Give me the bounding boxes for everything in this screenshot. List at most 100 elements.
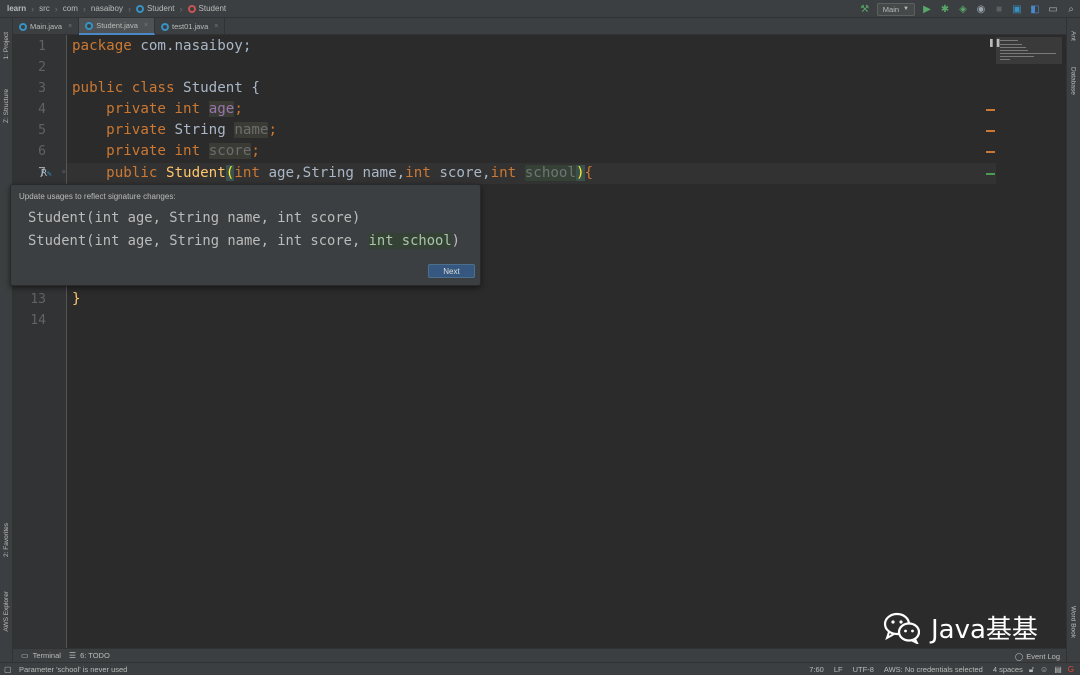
breadcrumb-item-learn[interactable]: learn <box>7 4 26 13</box>
terminal-label: Terminal <box>32 651 61 660</box>
stop-icon[interactable]: ■ <box>990 0 1008 18</box>
indent-setting[interactable]: 4 spaces <box>993 665 1023 674</box>
code-editor[interactable]: package com.nasaiboy; public class Stude… <box>67 35 1066 648</box>
warning-marker[interactable] <box>986 151 995 153</box>
minimap-line <box>1000 47 1026 48</box>
tool-tab-word-book-label: Word Book <box>1069 605 1077 639</box>
code-text: Student { <box>174 80 260 96</box>
hammer-icon[interactable]: ⚒ <box>856 0 874 18</box>
fold-icon[interactable]: ⌔ <box>61 163 66 184</box>
warning-marker[interactable] <box>986 130 995 132</box>
type-name: String <box>302 165 354 181</box>
breadcrumb-method-label: Student <box>198 4 227 13</box>
class-icon <box>19 22 27 31</box>
change-marker[interactable] <box>986 173 995 175</box>
inspector-icon[interactable]: ☺ <box>1040 665 1048 674</box>
aws-credentials[interactable]: AWS: No credentials selected <box>884 665 983 674</box>
memory-icon[interactable]: ▤ <box>1054 665 1062 674</box>
tab-main-java[interactable]: Main.java × <box>13 18 80 35</box>
semicolon: ; <box>268 122 278 138</box>
panel-toggle-icon[interactable]: ▢ <box>4 665 12 674</box>
refactoring-marker[interactable]: R✎ <box>41 163 52 184</box>
code-line-4: private int age; <box>72 99 243 120</box>
close-icon[interactable]: × <box>68 23 72 30</box>
chevron-right-icon: › <box>82 3 86 14</box>
search-icon[interactable]: ⌕ <box>1062 0 1080 18</box>
keyword: private <box>106 122 166 138</box>
tool-tab-project[interactable]: 1: Project <box>0 22 13 70</box>
line-separator[interactable]: LF <box>834 665 843 674</box>
pause-icon[interactable]: ❚❚ <box>988 38 1001 47</box>
run-configuration-select[interactable]: Main ▼ <box>876 2 915 16</box>
close-icon[interactable]: × <box>144 22 148 29</box>
close-icon[interactable]: × <box>214 23 218 30</box>
breadcrumb-item-nasaiboy[interactable]: nasaiboy <box>91 4 123 13</box>
warning-marker[interactable] <box>986 109 995 111</box>
event-log-icon: ◯ <box>1014 651 1024 661</box>
class-icon <box>85 21 94 30</box>
breadcrumb-item-method[interactable]: Student <box>187 4 227 13</box>
keyword: int <box>234 165 260 181</box>
bottom-tool-bar: ▭ Terminal ☰ 6: TODO ◯ Event Log <box>13 648 1066 662</box>
caret-position[interactable]: 7:60 <box>809 665 824 674</box>
next-button[interactable]: Next <box>428 264 475 278</box>
code-line-6: private int score; <box>72 141 260 162</box>
line-number: 5 <box>38 123 46 138</box>
coverage-icon[interactable]: ◈ <box>954 0 972 18</box>
google-icon[interactable]: G <box>1068 665 1074 674</box>
breadcrumb-item-com[interactable]: com <box>63 4 78 13</box>
tab-student-java[interactable]: Student.java × <box>79 18 155 35</box>
new-signature: Student(int age, String name, int score,… <box>28 232 460 250</box>
keyword: int <box>490 165 517 181</box>
keyword: public <box>106 165 158 181</box>
code-line-7: public Student(int age,String name,int s… <box>72 163 593 184</box>
field-name: age <box>208 101 235 117</box>
navigation-bar: learn › src › com › nasaiboy › Student ›… <box>0 0 1080 18</box>
chevron-right-icon: › <box>127 3 131 14</box>
breadcrumb-item-src[interactable]: src <box>39 4 50 13</box>
todo-label: 6: TODO <box>80 651 110 660</box>
status-widgets: 7:60 LF UTF-8 AWS: No credentials select… <box>799 663 1074 675</box>
field-name: name <box>234 122 269 138</box>
tab-test01-java[interactable]: test01.java × <box>155 18 226 35</box>
breadcrumb-item-class[interactable]: Student <box>135 4 175 13</box>
tool-tab-aws-explorer[interactable]: AWS Explorer <box>0 580 13 642</box>
debug-icon[interactable]: ✱ <box>936 0 954 18</box>
event-log-tab[interactable]: ◯ Event Log <box>1015 649 1060 663</box>
tool-tab-word-book[interactable]: Word Book <box>1066 598 1080 646</box>
minimap-line <box>1000 44 1022 45</box>
layout-icon[interactable]: ▭ <box>1044 0 1062 18</box>
tool-tab-structure[interactable]: Z: Structure <box>0 80 13 132</box>
code-minimap[interactable] <box>996 37 1062 64</box>
watermark: Java基基 <box>883 609 1038 646</box>
watermark-text: Java基基 <box>931 615 1038 645</box>
lock-icon[interactable]: 🔓︎ <box>1029 665 1034 675</box>
file-encoding[interactable]: UTF-8 <box>853 665 874 674</box>
tool-tab-database[interactable]: Database <box>1066 58 1080 104</box>
type-name: String <box>165 122 235 138</box>
keyword: int <box>405 165 431 181</box>
paren-highlight: ) <box>576 165 585 181</box>
left-tool-strip: 1: Project Z: Structure 2: Favorites AWS… <box>0 18 13 663</box>
pencil-icon: ✎ <box>47 169 52 178</box>
line-number-gutter[interactable]: 1 2 3 4 5 6 7 R✎ ⌔ 13 14 <box>13 35 67 648</box>
minimap-line <box>1000 53 1056 54</box>
tool-tab-ant[interactable]: Ant <box>1066 24 1080 48</box>
todo-tab[interactable]: ☰ 6: TODO <box>69 651 110 660</box>
project-structure-icon[interactable]: ▣ <box>1008 0 1026 18</box>
translate-icon[interactable]: ◧ <box>1026 0 1044 18</box>
tool-tab-favorites[interactable]: 2: Favorites <box>0 512 13 568</box>
code-line-3: public class Student { <box>72 78 260 99</box>
line-number: 4 <box>38 102 46 117</box>
run-icon[interactable]: ▶ <box>918 0 936 18</box>
method-name: Student <box>165 165 226 181</box>
old-signature: Student(int age, String name, int score) <box>28 210 361 226</box>
param: age, <box>259 165 303 181</box>
new-signature-suffix: ) <box>451 233 460 249</box>
minimap-line <box>1000 56 1034 57</box>
profile-icon[interactable]: ◉ <box>972 0 990 18</box>
code-line-13: } <box>72 291 81 307</box>
chevron-right-icon: › <box>179 3 183 14</box>
param: score, <box>430 165 491 181</box>
terminal-tab[interactable]: ▭ Terminal <box>21 651 61 660</box>
